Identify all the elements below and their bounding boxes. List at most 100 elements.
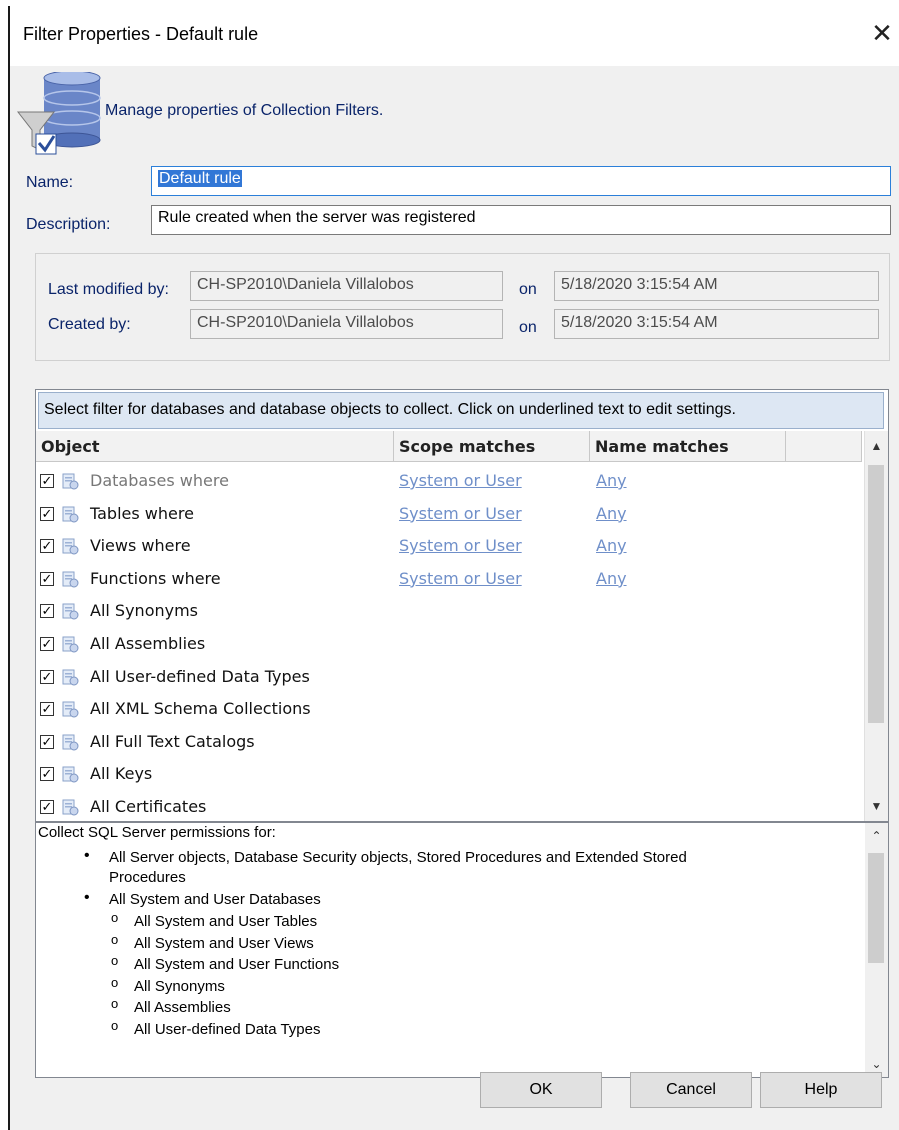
row-checkbox[interactable]: ✓ [40, 571, 54, 586]
row-checkbox[interactable]: ✓ [40, 474, 54, 488]
database-filter-icon [16, 72, 101, 155]
audit-info-group [35, 253, 890, 361]
summary-sub-item: All Assemblies [134, 999, 231, 1016]
row-checkbox[interactable]: ✓ [40, 702, 54, 717]
last-modified-on-field: 5/18/2020 3:15:54 AM [554, 271, 879, 301]
help-button[interactable]: Help [760, 1072, 882, 1108]
created-by-field: CH-SP2010\Daniela Villalobos [190, 309, 503, 339]
sub-bullet-icon: o [111, 996, 119, 1011]
summary-sub-item: All System and User Views [134, 934, 314, 952]
object-name: All Full Text Catalogs [90, 731, 255, 751]
last-modified-by-field: CH-SP2010\Daniela Villalobos [190, 271, 503, 301]
table-row[interactable]: ✓ Views where System or User Any [36, 531, 862, 563]
object-name: All Synonyms [90, 601, 199, 621]
table-row[interactable]: ✓ All Synonyms [36, 596, 862, 628]
summary-scroll-up-icon[interactable]: ⌃ [865, 829, 888, 843]
sub-bullet-icon: o [111, 931, 119, 947]
name-matches-link[interactable]: Any [596, 471, 627, 490]
name-value: Default rule [158, 170, 242, 187]
summary-scroll-down-icon[interactable]: ⌄ [865, 1057, 888, 1071]
database-object-icon [62, 636, 79, 653]
table-row[interactable]: ✓ Functions where System or User Any [36, 564, 862, 596]
sub-bullet-icon: o [111, 974, 119, 990]
description-label: Description: [26, 216, 111, 233]
scroll-down-icon[interactable]: ▼ [865, 799, 888, 813]
database-object-icon [62, 473, 79, 490]
row-checkbox[interactable]: ✓ [40, 637, 54, 651]
row-checkbox[interactable]: ✓ [40, 604, 54, 619]
column-header-name-matches[interactable]: Name matches [590, 431, 786, 462]
description-field[interactable]: Rule created when the server was registe… [151, 205, 891, 235]
grid-vertical-scrollbar[interactable]: ▲ ▼ [864, 431, 888, 821]
row-checkbox[interactable]: ✓ [40, 800, 54, 814]
table-row[interactable]: ✓ All Keys [36, 759, 862, 791]
window-title: Filter Properties - Default rule [23, 24, 259, 44]
database-object-icon [62, 766, 79, 783]
database-object-icon [62, 603, 79, 620]
object-name: All User-defined Data Types [90, 666, 310, 686]
table-row[interactable]: ✓ All Certificates [36, 792, 862, 821]
row-checkbox[interactable]: ✓ [40, 734, 54, 749]
row-checkbox[interactable]: ✓ [40, 767, 54, 782]
object-name: Views where [90, 536, 191, 556]
name-matches-link[interactable]: Any [596, 569, 627, 588]
table-row[interactable]: ✓ All Full Text Catalogs [36, 727, 862, 759]
grid-scrollbar-thumb[interactable] [868, 465, 884, 723]
scope-matches-link[interactable]: System or User [399, 569, 522, 588]
table-row[interactable]: ✓ All XML Schema Collections [36, 694, 862, 726]
summary-bullet-1-line-2: Procedures [109, 869, 186, 886]
row-checkbox[interactable]: ✓ [40, 506, 54, 521]
summary-bullet-2: All System and User Databases [109, 891, 321, 908]
summary-sub-item: All Synonyms [134, 977, 225, 995]
table-row[interactable]: ✓ All Assemblies [36, 629, 862, 661]
scope-matches-link[interactable]: System or User [399, 471, 522, 490]
scope-matches-link[interactable]: System or User [399, 536, 522, 555]
database-object-icon [62, 701, 79, 718]
bullet-icon: • [84, 847, 90, 864]
summary-bullet-1-line-1: All Server objects, Database Security ob… [109, 849, 687, 866]
database-object-icon [62, 734, 79, 751]
cancel-button[interactable]: Cancel [630, 1072, 752, 1108]
scroll-up-icon[interactable]: ▲ [865, 439, 888, 453]
table-row[interactable]: ✓ Databases where System or User Any [36, 466, 862, 498]
object-name: Databases where [90, 471, 229, 490]
column-header-empty [786, 431, 862, 462]
bullet-icon: • [84, 889, 90, 906]
table-row[interactable]: ✓ All User-defined Data Types [36, 662, 862, 694]
table-row[interactable]: ✓ Tables where System or User Any [36, 499, 862, 531]
object-name: All Certificates [90, 797, 207, 816]
close-icon[interactable]: ✕ [865, 18, 899, 52]
database-object-icon [62, 799, 79, 816]
summary-vertical-scrollbar[interactable]: ⌃ ⌄ [865, 823, 888, 1077]
created-by-label: Created by: [48, 316, 131, 333]
on-label: on [519, 319, 537, 336]
scope-matches-link[interactable]: System or User [399, 504, 522, 523]
database-object-icon [62, 571, 79, 588]
sub-bullet-icon: o [111, 1017, 119, 1033]
database-object-icon [62, 506, 79, 523]
created-on-field: 5/18/2020 3:15:54 AM [554, 309, 879, 339]
column-header-object[interactable]: Object [36, 431, 394, 462]
name-matches-link[interactable]: Any [596, 504, 627, 523]
grid-instructions-banner: Select filter for databases and database… [38, 392, 884, 429]
database-object-icon [62, 538, 79, 555]
name-label: Name: [26, 174, 74, 191]
ok-button[interactable]: OK [480, 1072, 602, 1108]
object-name: All Keys [90, 764, 153, 784]
column-header-scope-matches[interactable]: Scope matches [394, 431, 590, 462]
summary-sub-item: All System and User Tables [134, 913, 318, 930]
name-matches-link[interactable]: Any [596, 536, 627, 555]
title-bar: Filter Properties - Default rule ✕ [10, 6, 899, 66]
name-field[interactable]: Default rule [151, 166, 891, 196]
row-checkbox[interactable]: ✓ [40, 539, 54, 554]
sub-bullet-icon: o [111, 953, 119, 968]
permissions-summary-panel: Collect SQL Server permissions for: • Al… [35, 822, 889, 1078]
filter-properties-dialog: Filter Properties - Default rule ✕ Manag… [8, 6, 899, 1130]
database-object-icon [62, 669, 79, 686]
summary-scrollbar-thumb[interactable] [868, 853, 884, 963]
header-description: Manage properties of Collection Filters. [105, 102, 384, 119]
object-name: Tables where [90, 503, 194, 523]
row-checkbox[interactable]: ✓ [40, 669, 54, 684]
summary-sub-item: All User-defined Data Types [134, 1020, 321, 1038]
object-name: All XML Schema Collections [90, 699, 311, 719]
